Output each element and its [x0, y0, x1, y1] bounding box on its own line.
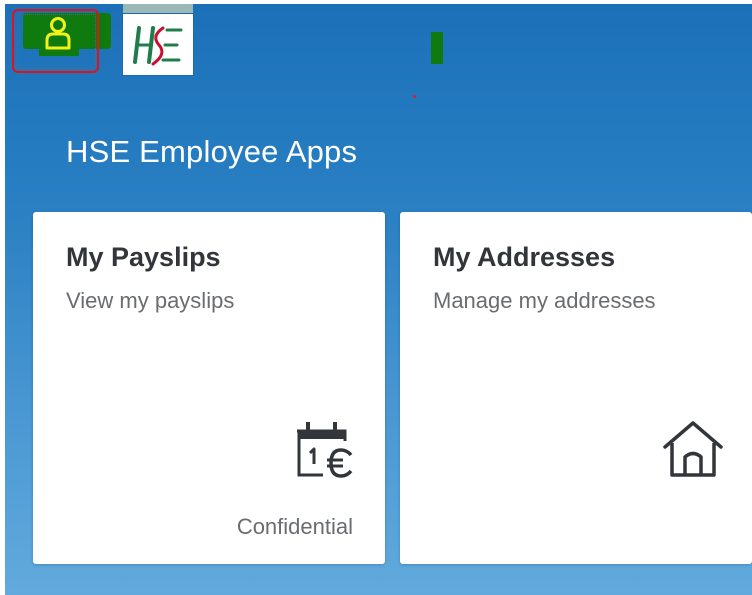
- home-icon: [663, 421, 723, 477]
- tile-subtitle: View my payslips: [66, 288, 235, 313]
- highlight-marker: [431, 32, 443, 64]
- page-title: HSE Employee Apps: [66, 134, 358, 169]
- tile-title: My Payslips: [66, 242, 221, 272]
- hse-logo[interactable]: [123, 14, 193, 75]
- person-icon: [45, 17, 71, 50]
- tile-footer: Confidential: [236, 514, 353, 539]
- header-accent-bar: [123, 4, 193, 13]
- tile-my-addresses[interactable]: My Addresses Manage my addresses: [400, 212, 752, 564]
- tile-subtitle: Manage my addresses: [433, 288, 656, 313]
- launchpad-shell: HSE Employee Apps My Payslips View my pa…: [5, 4, 752, 595]
- tile-my-payslips[interactable]: My Payslips View my payslips Confidentia…: [33, 212, 385, 564]
- tile-title: My Addresses: [433, 242, 616, 272]
- hse-logo-icon: [133, 26, 183, 66]
- payslip-calendar-euro-icon: [297, 422, 353, 478]
- marker-dot: [413, 95, 416, 98]
